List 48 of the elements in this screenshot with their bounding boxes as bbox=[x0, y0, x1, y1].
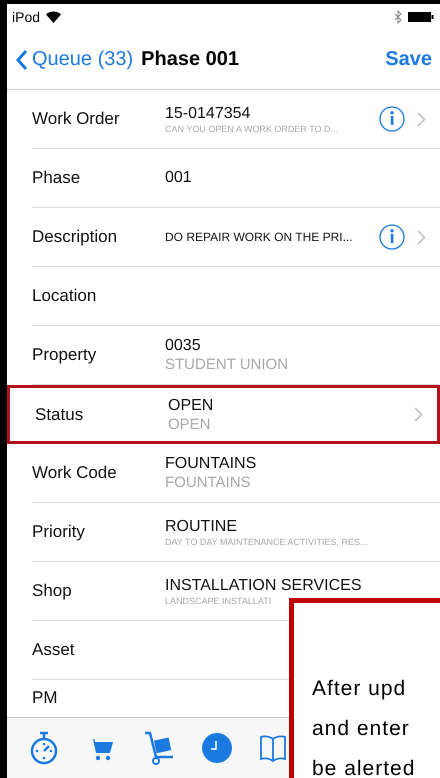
form-row[interactable]: Location bbox=[32, 267, 440, 326]
field-label: Shop bbox=[32, 581, 73, 601]
wifi-icon bbox=[46, 11, 62, 23]
save-button[interactable]: Save bbox=[385, 48, 432, 71]
field-label: Work Code bbox=[32, 463, 118, 483]
callout-text: be alerted bbox=[312, 756, 416, 778]
form-row[interactable]: Property 0035 STUDENT UNION bbox=[32, 326, 440, 385]
form-row[interactable]: Work Order 15-0147354 CAN YOU OPEN A WORK ORDER TO D... bbox=[32, 90, 440, 149]
info-icon[interactable] bbox=[379, 106, 405, 132]
field-subtitle: FOUNTAINS bbox=[165, 474, 252, 491]
field-value: INSTALLATION SERVICES bbox=[165, 576, 362, 594]
clock-icon[interactable] bbox=[202, 733, 232, 763]
book-icon[interactable] bbox=[259, 733, 287, 763]
field-label: Description bbox=[32, 227, 118, 247]
back-button[interactable]: Queue (33) bbox=[15, 48, 134, 71]
bluetooth-icon bbox=[394, 10, 402, 24]
battery-icon bbox=[408, 11, 434, 23]
highlighted-row[interactable]: Status OPEN OPEN bbox=[7, 385, 440, 444]
form-row[interactable]: Phase 001 bbox=[32, 149, 440, 208]
callout-text: and enter bbox=[312, 716, 411, 742]
field-value: 0035 bbox=[165, 337, 202, 355]
field-subtitle: DAY TO DAY MAINTENANCE ACTIVITIES, RES... bbox=[165, 536, 369, 546]
form-row[interactable]: Work Code FOUNTAINS FOUNTAINS bbox=[32, 444, 440, 503]
field-value: ROUTINE bbox=[165, 518, 238, 536]
form-row[interactable]: Priority ROUTINE DAY TO DAY MAINTENANCE ACTIVITIES, RES... bbox=[32, 503, 440, 562]
field-value: 001 bbox=[165, 169, 193, 187]
hand-truck-icon[interactable] bbox=[143, 730, 175, 766]
field-value: FOUNTAINS bbox=[165, 455, 258, 473]
field-value: 15-0147354 bbox=[165, 104, 252, 122]
field-label: Status bbox=[35, 404, 84, 424]
back-chevron-icon bbox=[15, 48, 28, 70]
field-label: Phase bbox=[32, 168, 82, 188]
field-subtitle: OPEN bbox=[168, 416, 212, 432]
stopwatch-icon[interactable] bbox=[29, 730, 59, 766]
carrier-label: iPod bbox=[12, 9, 40, 25]
field-value: DO REPAIR WORK ON THE PRI... bbox=[165, 230, 354, 244]
field-label: Property bbox=[32, 345, 98, 365]
field-label: Priority bbox=[32, 522, 86, 542]
field-label: Location bbox=[32, 286, 98, 306]
info-icon[interactable] bbox=[379, 224, 405, 250]
field-subtitle: LANDSCAPE INSTALLATI bbox=[165, 596, 272, 606]
field-label: Work Order bbox=[32, 109, 121, 129]
field-value: OPEN bbox=[168, 396, 214, 414]
field-label: Asset bbox=[32, 640, 76, 660]
form-row[interactable]: Description DO REPAIR WORK ON THE PRI... bbox=[32, 208, 440, 267]
field-subtitle: STUDENT UNION bbox=[165, 356, 290, 373]
field-subtitle: CAN YOU OPEN A WORK ORDER TO D... bbox=[165, 124, 340, 134]
nav-title: Phase 001 bbox=[141, 48, 240, 71]
